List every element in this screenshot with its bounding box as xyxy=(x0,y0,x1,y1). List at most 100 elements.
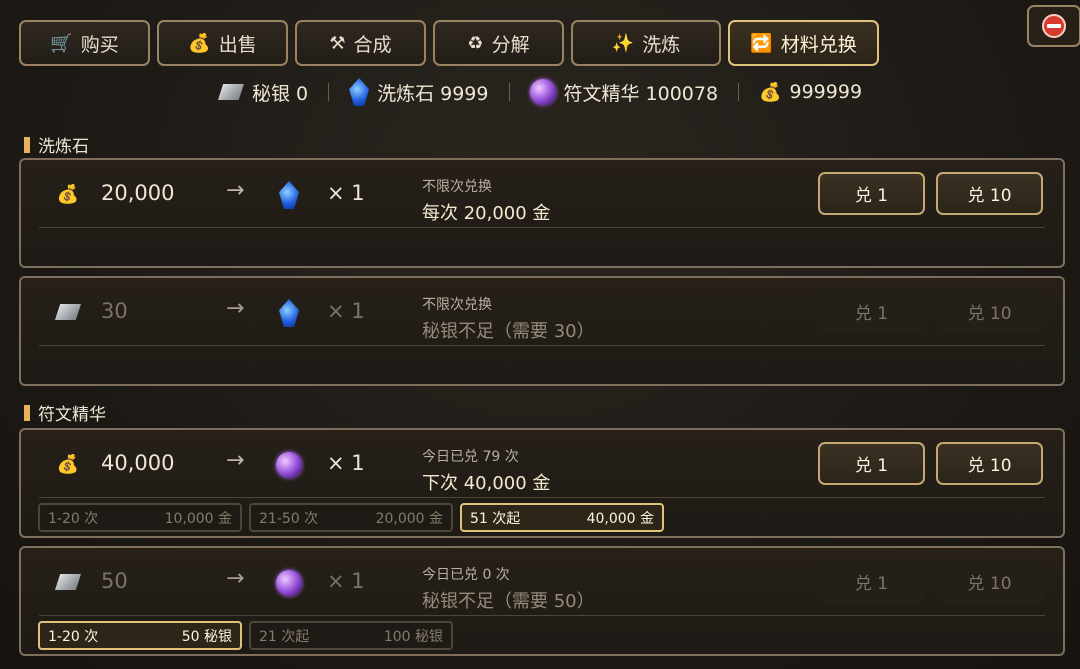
tab-bar: 🛒 购买 💰 出售 ⚒ 合成 ♻ 分解 ✨ 洗炼 🔁 材料兑换 xyxy=(19,20,886,66)
output-multiplier: × 1 xyxy=(327,569,365,593)
price-tier-list: 1-20 次 50 秘银 21 次起 100 秘银 xyxy=(38,621,453,650)
exchange-price-text: 每次 20,000 金 xyxy=(422,203,551,224)
cost-value: 40,000 xyxy=(101,451,175,475)
exchange-row: 30 → × 1 不限次兑换 秘银不足（需要 30） 兑 1 兑 10 xyxy=(21,278,1063,348)
tier-price: 100 秘银 xyxy=(383,628,443,645)
cost-value: 20,000 xyxy=(101,181,175,205)
tier-range: 1-20 次 xyxy=(48,510,99,527)
rune-essence-icon xyxy=(275,568,303,598)
resource-refine-stone: 洗炼石 9999 xyxy=(349,78,489,106)
exchange-row: 💰 20,000 → × 1 不限次兑换 每次 20,000 金 兑 1 兑 1… xyxy=(21,160,1063,230)
close-button[interactable] xyxy=(1027,5,1080,47)
cost-value: 50 xyxy=(101,569,128,593)
price-tier: 1-20 次 10,000 金 xyxy=(38,503,242,532)
tier-price: 50 秘银 xyxy=(181,628,232,645)
exchange-1-button[interactable]: 兑 1 xyxy=(818,560,925,603)
exchange-card-silver-to-essence: 50 → × 1 今日已兑 0 次 秘银不足（需要 50） 兑 1 兑 10 1… xyxy=(19,546,1065,656)
tab-label: 合成 xyxy=(353,33,392,56)
tier-range: 21-50 次 xyxy=(259,510,319,527)
resource-label: 秘银 0 xyxy=(251,82,309,105)
tab-label: 材料兑换 xyxy=(780,33,857,56)
daily-count-text: 今日已兑 79 次 xyxy=(422,449,519,465)
silver-ingot-icon xyxy=(218,84,244,100)
output-multiplier: × 1 xyxy=(327,451,365,475)
insufficient-text: 秘银不足（需要 50） xyxy=(422,591,595,612)
exchange-10-button[interactable]: 兑 10 xyxy=(936,560,1043,603)
resource-label: 999999 xyxy=(789,81,863,103)
no-entry-icon xyxy=(1042,14,1066,38)
rune-essence-icon xyxy=(529,79,556,105)
price-tier: 21-50 次 20,000 金 xyxy=(249,503,453,532)
divider xyxy=(328,83,330,101)
exchange-limit-text: 不限次兑换 xyxy=(422,179,492,195)
refine-stone-icon xyxy=(349,78,370,106)
tab-decompose[interactable]: ♻ 分解 xyxy=(433,20,564,66)
arrow-right-icon: → xyxy=(226,566,245,591)
resource-label: 符文精华 100078 xyxy=(563,82,719,105)
tab-sell[interactable]: 💰 出售 xyxy=(157,20,288,66)
tab-refine[interactable]: ✨ 洗炼 xyxy=(571,20,721,66)
exchange-limit-text: 不限次兑换 xyxy=(422,297,492,313)
tier-price: 20,000 金 xyxy=(375,510,443,527)
next-price-text: 下次 40,000 金 xyxy=(422,473,551,494)
resource-bar: 秘银 0 洗炼石 9999 符文精华 100078 💰 999999 xyxy=(0,76,1080,108)
tab-label: 分解 xyxy=(491,33,530,56)
output-multiplier: × 1 xyxy=(327,299,365,323)
tab-buy[interactable]: 🛒 购买 xyxy=(19,20,150,66)
section-title-rune-essence: 符文精华 xyxy=(24,400,106,425)
section-label: 符文精华 xyxy=(38,405,106,425)
exchange-1-button[interactable]: 兑 1 xyxy=(818,172,925,215)
tab-label: 出售 xyxy=(218,33,257,56)
tab-label: 购买 xyxy=(80,33,119,56)
tab-material-exchange[interactable]: 🔁 材料兑换 xyxy=(728,20,879,66)
exchange-row: 50 → × 1 今日已兑 0 次 秘银不足（需要 50） 兑 1 兑 10 xyxy=(21,548,1063,618)
divider xyxy=(39,227,1045,228)
price-tier-list: 1-20 次 10,000 金 21-50 次 20,000 金 51 次起 4… xyxy=(38,503,664,532)
money-bag-icon: 💰 xyxy=(188,32,211,54)
exchange-10-button[interactable]: 兑 10 xyxy=(936,172,1043,215)
tier-range: 51 次起 xyxy=(470,510,521,527)
divider xyxy=(508,83,510,101)
tier-price: 10,000 金 xyxy=(164,510,232,527)
tab-craft[interactable]: ⚒ 合成 xyxy=(295,20,426,66)
price-tier-current: 51 次起 40,000 金 xyxy=(460,503,664,532)
divider xyxy=(39,615,1045,616)
resource-gold: 💰 999999 xyxy=(759,81,862,103)
tier-price: 40,000 金 xyxy=(586,510,654,527)
cart-icon: 🛒 xyxy=(50,32,73,54)
resource-rune-essence: 符文精华 100078 xyxy=(529,79,719,106)
section-title-refine-stone: 洗炼石 xyxy=(24,132,89,157)
gold-bag-icon: 💰 xyxy=(759,81,782,103)
hammer-pick-icon: ⚒ xyxy=(329,32,346,54)
tier-range: 21 次起 xyxy=(259,628,310,645)
divider xyxy=(738,83,740,101)
exchange-card-silver-to-stone: 30 → × 1 不限次兑换 秘银不足（需要 30） 兑 1 兑 10 xyxy=(19,276,1065,386)
exchange-10-button[interactable]: 兑 10 xyxy=(936,442,1043,485)
insufficient-text: 秘银不足（需要 30） xyxy=(422,321,595,342)
exchange-row: 💰 40,000 → × 1 今日已兑 79 次 下次 40,000 金 兑 1… xyxy=(21,430,1063,500)
arrow-right-icon: → xyxy=(226,178,245,203)
refine-stone-icon xyxy=(275,298,303,328)
exchange-card-gold-to-essence: 💰 40,000 → × 1 今日已兑 79 次 下次 40,000 金 兑 1… xyxy=(19,428,1065,538)
arrow-right-icon: → xyxy=(226,296,245,321)
cost-value: 30 xyxy=(101,299,128,323)
exchange-10-button[interactable]: 兑 10 xyxy=(936,290,1043,333)
tier-range: 1-20 次 xyxy=(48,628,99,645)
refine-stone-icon xyxy=(275,180,303,210)
silver-ingot-icon xyxy=(54,568,82,596)
arrow-right-icon: → xyxy=(226,448,245,473)
gold-bag-icon: 💰 xyxy=(56,453,80,475)
rune-essence-icon xyxy=(275,450,303,480)
divider xyxy=(39,497,1045,498)
sparkles-icon: ✨ xyxy=(611,32,635,54)
repeat-icon: 🔁 xyxy=(750,32,773,54)
exchange-1-button[interactable]: 兑 1 xyxy=(818,290,925,333)
price-tier-current: 1-20 次 50 秘银 xyxy=(38,621,242,650)
output-multiplier: × 1 xyxy=(327,181,365,205)
exchange-1-button[interactable]: 兑 1 xyxy=(818,442,925,485)
silver-ingot-icon xyxy=(54,298,82,326)
recycle-icon: ♻ xyxy=(467,32,484,54)
resource-silver: 秘银 0 xyxy=(218,79,308,106)
tab-label: 洗炼 xyxy=(642,33,681,56)
gold-bag-icon: 💰 xyxy=(56,183,80,205)
